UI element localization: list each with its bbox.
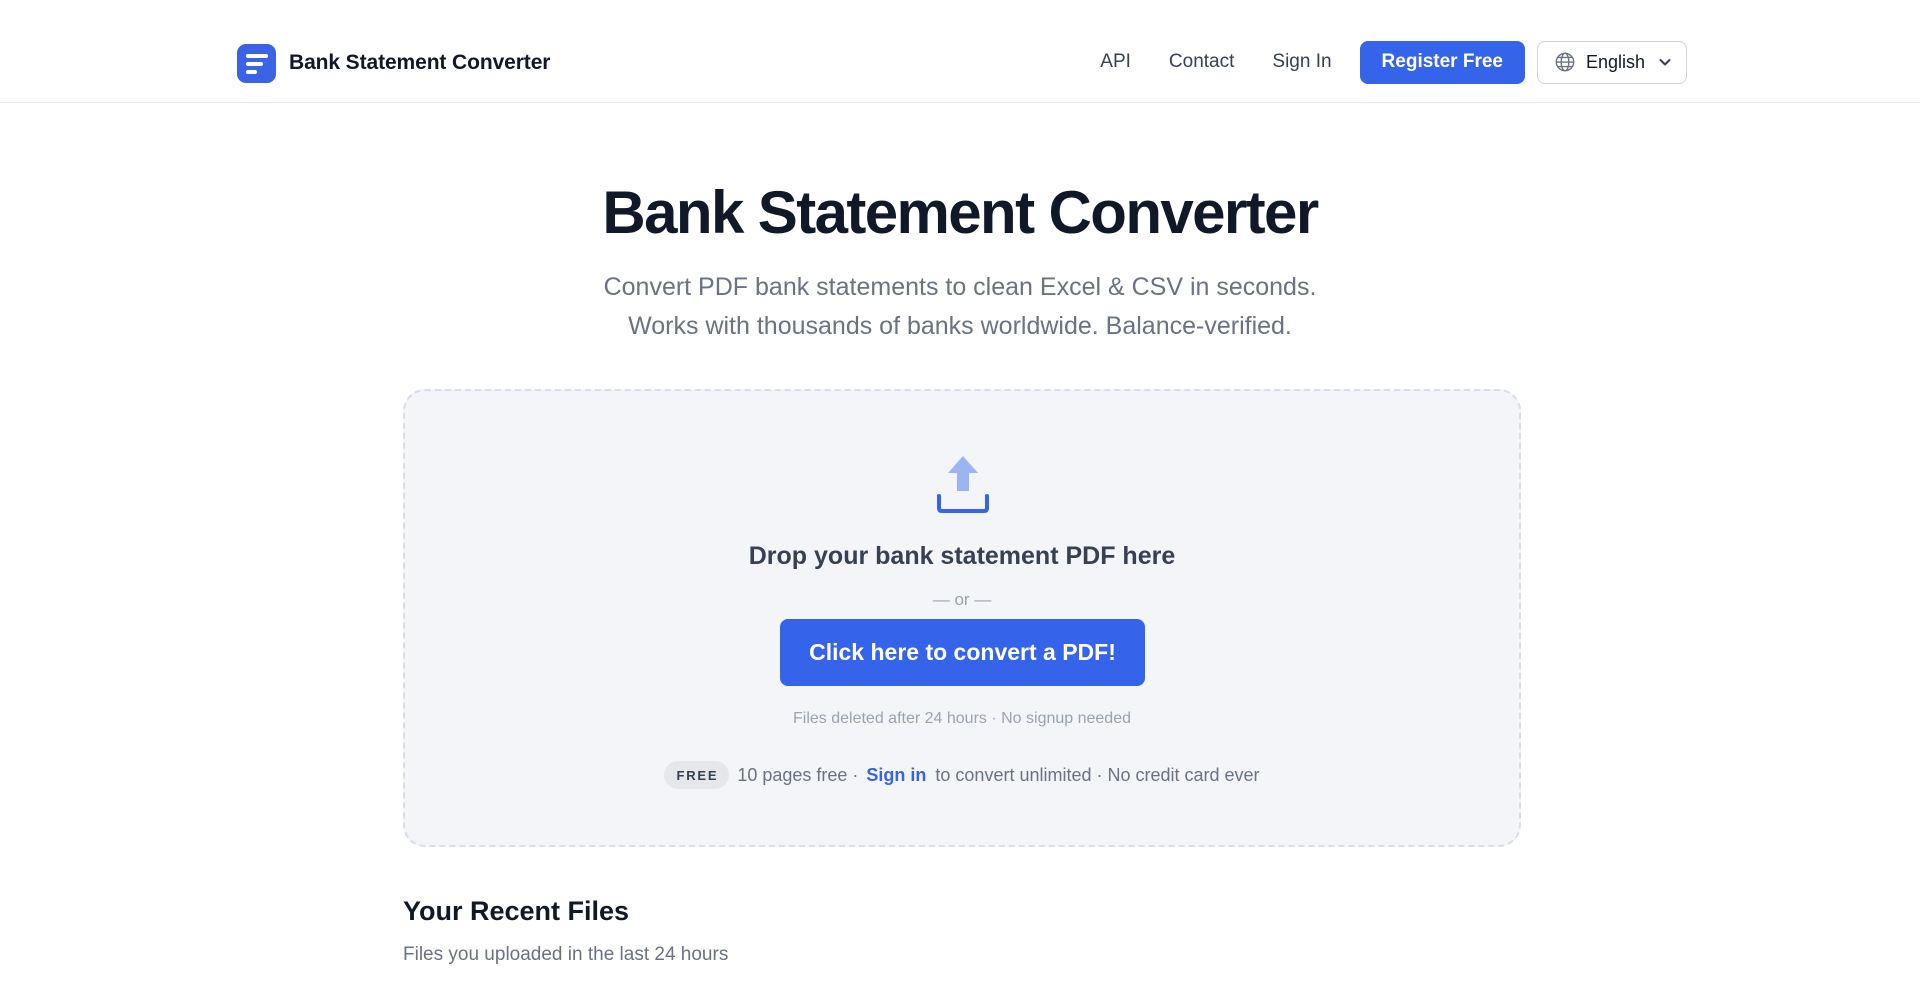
recent-files-title: Your Recent Files [403,896,630,926]
free-tier-row: FREE 10 pages free · Sign in to convert … [405,761,1519,789]
top-navbar: Bank Statement Converter API Contact Sig… [0,0,1920,103]
chevron-down-icon [1659,59,1671,66]
unlimited-text: to convert unlimited · No credit card ev… [935,764,1260,785]
brand-name: Bank Statement Converter [289,51,551,74]
sign-in-link[interactable]: Sign in [866,765,926,786]
globe-icon [1555,52,1575,72]
main-nav: API Contact Sign In Register Free Englis… [1100,40,1687,84]
register-free-button[interactable]: Register Free [1359,40,1525,84]
language-selector[interactable]: English [1537,40,1687,84]
recent-files-subtitle: Files you uploaded in the last 24 hours [403,944,729,965]
subtitle-line-2: Works with thousands of banks worldwide.… [628,312,1292,340]
document-lines-icon [237,43,276,83]
language-label: English [1586,51,1646,72]
free-pages-text: 10 pages free · [737,764,859,785]
brand-home-link[interactable]: Bank Statement Converter [237,43,550,83]
convert-pdf-button[interactable]: Click here to convert a PDF! [780,619,1145,686]
upload-icon [937,456,989,513]
free-badge: FREE [664,761,730,789]
drop-instruction: Drop your bank statement PDF here [748,542,1176,570]
page-title: Bank Statement Converter [602,179,1319,246]
privacy-note: Files deleted after 24 hours · No signup… [793,710,1131,727]
nav-contact-link[interactable]: Contact [1169,51,1234,73]
subtitle-line-1: Convert PDF bank statements to clean Exc… [603,273,1317,301]
or-divider: — or — [932,590,992,609]
pdf-dropzone[interactable]: Drop your bank statement PDF here — or —… [403,389,1521,847]
nav-api-link[interactable]: API [1100,51,1131,73]
page-subtitle: Convert PDF bank statements to clean Exc… [0,268,1920,346]
nav-sign-in-link[interactable]: Sign In [1272,51,1331,73]
